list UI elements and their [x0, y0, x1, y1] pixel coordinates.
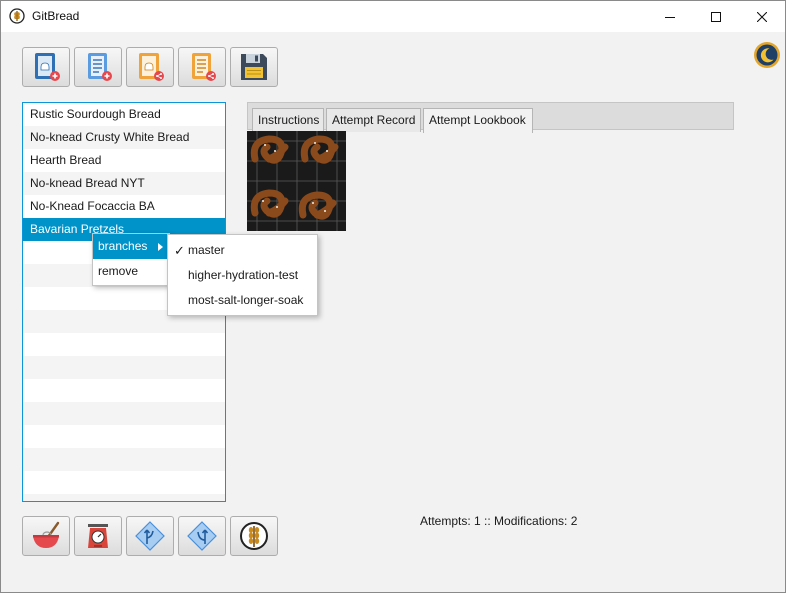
wheat-logo-icon [240, 522, 268, 550]
recipe-share-icon [139, 53, 164, 81]
branches-submenu: ✓ master higher-hydration-test most-salt… [167, 234, 318, 316]
git-merge-icon [187, 521, 217, 551]
list-item[interactable]: No-Knead Focaccia BA [23, 195, 225, 218]
empty-row [23, 356, 225, 379]
context-menu: branches remove [92, 233, 170, 286]
app-window: GitBread Rustic Sourdough Bread No-knead… [0, 0, 786, 593]
gitbread-button[interactable] [230, 516, 278, 556]
tab-attempt-record[interactable]: Attempt Record [326, 108, 421, 132]
empty-row [23, 402, 225, 425]
theme-toggle-button[interactable] [753, 41, 781, 69]
window-title: GitBread [32, 9, 80, 23]
chevron-right-icon [158, 243, 163, 251]
branch-label: higher-hydration-test [188, 268, 299, 282]
close-button[interactable] [739, 1, 785, 32]
pretzel-photo-image [247, 131, 346, 231]
title-bar: GitBread [1, 1, 785, 32]
minimize-button[interactable] [647, 1, 693, 32]
menu-item-remove[interactable]: remove [93, 259, 169, 284]
branch-item-higher-hydration-test[interactable]: higher-hydration-test [168, 263, 317, 288]
close-icon [757, 11, 767, 22]
list-item[interactable]: No-knead Crusty White Bread [23, 126, 225, 149]
empty-row [23, 471, 225, 494]
share-list-button[interactable] [178, 47, 226, 87]
menu-item-label: remove [98, 264, 139, 278]
branch-label: most-salt-longer-soak [188, 293, 304, 307]
scale-button[interactable] [74, 516, 122, 556]
floppy-disk-icon [241, 54, 267, 80]
branch-label: master [188, 243, 225, 257]
empty-row [23, 333, 225, 356]
attempt-photo[interactable] [247, 131, 346, 231]
empty-row [23, 379, 225, 402]
merge-button[interactable] [178, 516, 226, 556]
branch-item-master[interactable]: ✓ master [168, 238, 317, 263]
list-share-icon [192, 53, 216, 81]
tab-instructions[interactable]: Instructions [252, 108, 324, 132]
empty-row [23, 448, 225, 471]
kitchen-scale-icon [88, 524, 108, 548]
mixing-bowl-icon [33, 521, 60, 548]
recipe-book-add-icon [35, 53, 60, 81]
checkmark-icon: ✓ [174, 243, 185, 258]
share-recipe-button[interactable] [126, 47, 174, 87]
branch-item-most-salt-longer-soak[interactable]: most-salt-longer-soak [168, 288, 317, 313]
moon-icon [754, 42, 780, 68]
menu-item-branches[interactable]: branches [93, 234, 169, 259]
branch-button[interactable] [126, 516, 174, 556]
tab-attempt-lookbook[interactable]: Attempt Lookbook [423, 108, 533, 133]
maximize-button[interactable] [693, 1, 739, 32]
list-item[interactable]: No-knead Bread NYT [23, 172, 225, 195]
git-branch-icon [135, 521, 165, 551]
attempts-status: Attempts: 1 :: Modifications: 2 [420, 514, 578, 528]
save-button[interactable] [230, 47, 278, 87]
new-list-button[interactable] [74, 47, 122, 87]
menu-item-label: branches [98, 239, 148, 253]
new-recipe-button[interactable] [22, 47, 70, 87]
minimize-icon [665, 16, 675, 18]
list-item[interactable]: Rustic Sourdough Bread [23, 103, 225, 126]
wheat-logo-icon [9, 8, 25, 24]
maximize-icon [711, 11, 721, 22]
list-add-icon [88, 53, 112, 81]
list-item[interactable]: Hearth Bread [23, 149, 225, 172]
empty-row [23, 494, 225, 501]
tab-header: Instructions Attempt Record Attempt Look… [247, 102, 734, 133]
empty-row [23, 425, 225, 448]
mix-button[interactable] [22, 516, 70, 556]
